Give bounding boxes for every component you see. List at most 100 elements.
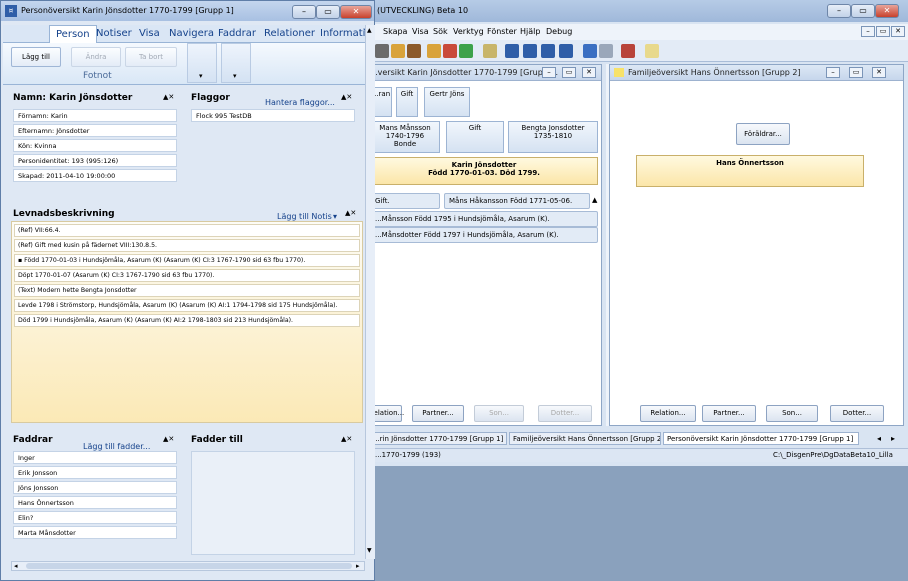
book-icon[interactable] bbox=[407, 44, 421, 58]
focus-person-box[interactable]: Karin Jönsdotter Född 1770-01-03. Död 17… bbox=[370, 157, 598, 185]
tab-person[interactable]: Person bbox=[49, 25, 97, 43]
maximize-button[interactable]: ▭ bbox=[316, 5, 340, 19]
panel-controls[interactable]: ▲✕ bbox=[341, 93, 352, 101]
tab-navigera[interactable]: Navigera bbox=[169, 28, 214, 39]
first-name-row[interactable]: Förnamn: Karin bbox=[13, 109, 177, 122]
child-row[interactable]: ...Månsdotter Född 1797 i Hundsjömåla, A… bbox=[370, 227, 598, 243]
grandparent-box-gertr[interactable]: Gertr Jöns bbox=[424, 87, 470, 117]
close-button[interactable]: ✕ bbox=[340, 5, 372, 19]
grandparents-gift-box[interactable]: Gift bbox=[396, 87, 418, 117]
panel-controls[interactable]: ▲✕ bbox=[341, 435, 352, 443]
menu-verktyg[interactable]: Verktyg bbox=[453, 27, 484, 36]
redo-icon[interactable] bbox=[599, 44, 613, 58]
scroll-left-icon[interactable]: ◂ bbox=[14, 562, 18, 570]
created-row[interactable]: Skapad: 2011-04-10 19:00:00 bbox=[13, 169, 177, 182]
mdi-minimize-button[interactable]: – bbox=[861, 26, 875, 37]
binoculars-icon[interactable] bbox=[375, 44, 389, 58]
home-icon[interactable] bbox=[427, 44, 441, 58]
edit-icon[interactable] bbox=[391, 44, 405, 58]
tab-notiser[interactable]: Notiser bbox=[96, 28, 132, 39]
layout-2-icon[interactable] bbox=[523, 44, 537, 58]
add-godparent-link[interactable]: Lägg till fadder... bbox=[83, 442, 150, 451]
tab-scroll-right-icon[interactable]: ▸ bbox=[891, 434, 895, 443]
add-note-link[interactable]: Lägg till Notis bbox=[277, 212, 332, 221]
spouse-row[interactable]: Måns Håkansson Född 1771-05-06. bbox=[444, 193, 590, 209]
son-button[interactable]: Son... bbox=[474, 405, 524, 422]
tab-visa[interactable]: Visa bbox=[139, 28, 160, 39]
person-id-row[interactable]: Personidentitet: 193 (995:126) bbox=[13, 154, 177, 167]
godparent-row[interactable]: Marta Månsdotter bbox=[13, 526, 177, 539]
menu-hjalp[interactable]: Hjälp bbox=[520, 27, 540, 36]
manage-flags-link[interactable]: Hantera flaggor... bbox=[265, 98, 335, 107]
pane-restore-button[interactable]: ▭ bbox=[849, 67, 863, 78]
ribbon-split-button[interactable]: ▾ bbox=[221, 43, 251, 83]
minimize-button[interactable]: – bbox=[827, 4, 851, 18]
marriage-label[interactable]: Gift. bbox=[370, 193, 440, 209]
spouse-scroll-arrow-icon[interactable]: ▲ bbox=[592, 196, 597, 204]
globe-icon[interactable] bbox=[621, 44, 635, 58]
menu-fonster[interactable]: Fönster bbox=[487, 27, 517, 36]
layout-3-icon[interactable] bbox=[541, 44, 555, 58]
tab-personoversikt-karin[interactable]: Personöversikt Karin Jönsdotter 1770-179… bbox=[663, 432, 859, 445]
tab-familjeoversikt-karin[interactable]: ...rin Jönsdotter 1770-1799 [Grupp 1] bbox=[369, 432, 507, 445]
levnad-row[interactable]: ▪ Född 1770-01-03 i Hundsjömåla, Asarum … bbox=[14, 254, 360, 267]
godparent-row[interactable]: Erik Jonsson bbox=[13, 466, 177, 479]
godparent-row[interactable]: Elin? bbox=[13, 511, 177, 524]
pane-close-button[interactable]: ✕ bbox=[872, 67, 886, 78]
levnad-row[interactable]: (Text) Modern hette Bengta Jonsdotter bbox=[14, 284, 360, 297]
panel-controls[interactable]: ▲✕ bbox=[345, 209, 356, 217]
godparent-row[interactable]: Inger bbox=[13, 451, 177, 464]
child-row[interactable]: ...Månsson Född 1795 i Hundsjömåla, Asar… bbox=[370, 211, 598, 227]
flag-row[interactable]: Flock 995 TestDB bbox=[191, 109, 355, 122]
last-name-row[interactable]: Efternamn: Jönsdotter bbox=[13, 124, 177, 137]
tab-scroll-left-icon[interactable]: ◂ bbox=[877, 434, 881, 443]
menu-sok[interactable]: Sök bbox=[433, 27, 448, 36]
levnad-row[interactable]: Död 1799 i Hundsjömåla, Asarum (K) (Asar… bbox=[14, 314, 360, 327]
dotter-button[interactable]: Dotter... bbox=[538, 405, 592, 422]
layout-1-icon[interactable] bbox=[505, 44, 519, 58]
parents-button[interactable]: Föräldrar... bbox=[736, 123, 790, 145]
maximize-button[interactable]: ▭ bbox=[851, 4, 875, 18]
panel-controls[interactable]: ▲✕ bbox=[163, 93, 174, 101]
menu-visa[interactable]: Visa bbox=[412, 27, 429, 36]
ribbon-split-button[interactable]: ▾ bbox=[187, 43, 217, 83]
dotter-button[interactable]: Dotter... bbox=[830, 405, 884, 422]
gender-row[interactable]: Kön: Kvinna bbox=[13, 139, 177, 152]
add-footnote-button[interactable]: Lägg till bbox=[11, 47, 61, 67]
help-icon[interactable] bbox=[645, 44, 659, 58]
relation-button[interactable]: Relation... bbox=[640, 405, 696, 422]
tree-icon[interactable] bbox=[459, 44, 473, 58]
add-note-dropdown-icon[interactable]: ▾ bbox=[333, 212, 337, 221]
pane-minimize-button[interactable]: – bbox=[542, 67, 556, 78]
scroll-right-icon[interactable]: ▸ bbox=[356, 562, 360, 570]
tab-familjeoversikt-hans[interactable]: Familjeöversikt Hans Önnertsson [Grupp 2… bbox=[509, 432, 661, 445]
scroll-down-icon[interactable]: ▼ bbox=[367, 547, 372, 554]
panel-controls[interactable]: ▲✕ bbox=[163, 435, 174, 443]
delete-footnote-button[interactable]: Ta bort bbox=[125, 47, 177, 67]
father-box[interactable]: Mans Månsson 1740-1796 Bonde bbox=[370, 121, 440, 153]
levnad-row[interactable]: (Ref) VII:66.4. bbox=[14, 224, 360, 237]
partner-button[interactable]: Partner... bbox=[412, 405, 464, 422]
pane-restore-button[interactable]: ▭ bbox=[562, 67, 576, 78]
vertical-scrollbar[interactable]: ▲ ▼ bbox=[365, 25, 375, 559]
levnad-row[interactable]: Döpt 1770-01-07 (Asarum (K) CI:3 1767-17… bbox=[14, 269, 360, 282]
close-button[interactable]: ✕ bbox=[875, 4, 899, 18]
undo-icon[interactable] bbox=[583, 44, 597, 58]
pane-minimize-button[interactable]: – bbox=[826, 67, 840, 78]
mdi-restore-button[interactable]: ▭ bbox=[876, 26, 890, 37]
mdi-close-button[interactable]: ✕ bbox=[891, 26, 905, 37]
godparent-row[interactable]: Jöns Jonsson bbox=[13, 481, 177, 494]
scroll-up-icon[interactable]: ▲ bbox=[367, 27, 372, 34]
tab-information[interactable]: Informati bbox=[320, 28, 365, 39]
tab-relationer[interactable]: Relationer bbox=[264, 28, 315, 39]
focus-person-box[interactable]: Hans Önnertsson bbox=[636, 155, 864, 187]
horizontal-scrollbar[interactable]: ◂ ▸ bbox=[11, 561, 365, 571]
edit-footnote-button[interactable]: Ändra bbox=[71, 47, 121, 67]
godparent-row[interactable]: Hans Önnertsson bbox=[13, 496, 177, 509]
mother-box[interactable]: Bengta Jonsdotter 1735-1810 bbox=[508, 121, 598, 153]
pane-close-button[interactable]: ✕ bbox=[582, 67, 596, 78]
layout-4-icon[interactable] bbox=[559, 44, 573, 58]
people-icon[interactable] bbox=[443, 44, 457, 58]
report-icon[interactable] bbox=[483, 44, 497, 58]
menu-debug[interactable]: Debug bbox=[546, 27, 572, 36]
